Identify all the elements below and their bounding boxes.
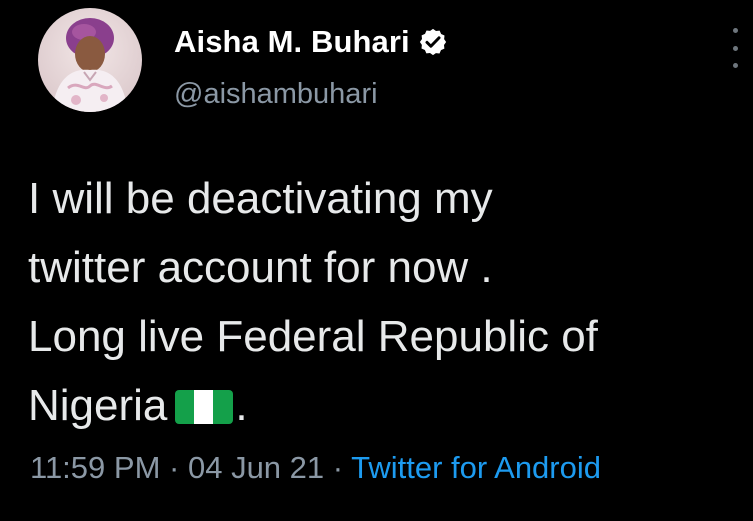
- more-options-icon[interactable]: [728, 28, 742, 68]
- author-line[interactable]: Aisha M. Buhari: [174, 20, 448, 64]
- nigeria-flag-icon: [175, 390, 234, 424]
- tweet-meta: 11:59 PM · 04 Jun 21 · Twitter for Andro…: [30, 450, 601, 486]
- tweet-line: Nigeria: [28, 381, 168, 430]
- more-dot: [732, 45, 738, 51]
- avatar[interactable]: [38, 8, 142, 112]
- tweet-line: twitter account for now .: [28, 243, 493, 292]
- tweet-time[interactable]: 11:59 PM: [30, 450, 160, 485]
- meta-separator: ·: [332, 450, 344, 485]
- verified-badge-icon: [418, 27, 448, 57]
- more-dot: [732, 63, 738, 68]
- tweet-line: I will be deactivating my: [28, 174, 493, 223]
- tweet-source-link[interactable]: Twitter for Android: [351, 450, 601, 485]
- display-name[interactable]: Aisha M. Buhari: [174, 24, 410, 60]
- user-handle[interactable]: @aishambuhari: [174, 78, 378, 111]
- tweet-date[interactable]: 04 Jun 21: [188, 450, 324, 485]
- avatar-image: [38, 8, 142, 112]
- tweet-card: Aisha M. Buhari @aishambuhari I will be …: [0, 0, 753, 521]
- tweet-text: I will be deactivating my twitter accoun…: [28, 164, 738, 440]
- tweet-trailing-text: .: [235, 381, 248, 430]
- more-dot: [732, 28, 738, 33]
- tweet-line: Long live Federal Republic of: [28, 312, 598, 361]
- tweet-last-line: Nigeria.: [28, 371, 738, 440]
- meta-separator: ·: [169, 450, 180, 485]
